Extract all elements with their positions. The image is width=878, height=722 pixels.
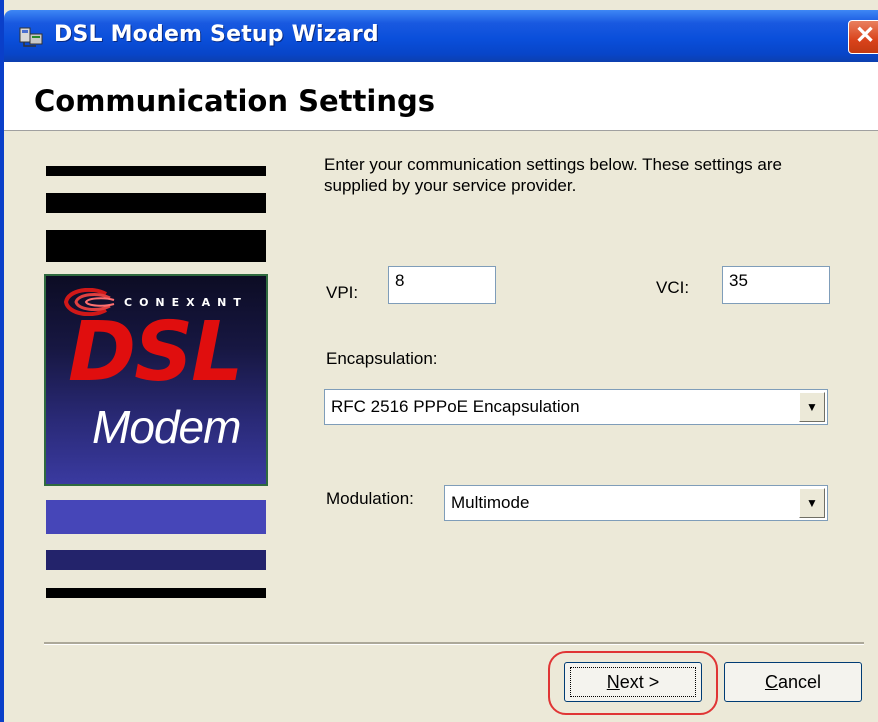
- chevron-down-icon[interactable]: ▼: [799, 488, 825, 518]
- modulation-label: Modulation:: [326, 489, 414, 508]
- logo-dsl-text: DSL: [68, 305, 243, 400]
- title-bar[interactable]: DSL Modem Setup Wizard: [4, 10, 878, 62]
- vpi-label: VPI:: [326, 283, 359, 302]
- window-title: DSL Modem Setup Wizard: [54, 22, 379, 47]
- modem-setup-icon: [19, 27, 43, 47]
- graphic-stripe: [46, 166, 266, 176]
- graphic-stripe: [46, 230, 266, 262]
- modulation-value: Multimode: [451, 493, 530, 512]
- vci-input[interactable]: 35: [722, 266, 830, 304]
- vpi-input[interactable]: 8: [388, 266, 496, 304]
- conexant-dsl-modem-logo: CONEXANT DSL Modem: [44, 274, 268, 486]
- logo-modem-text: Modem: [92, 401, 241, 453]
- modulation-select[interactable]: Multimode ▼: [444, 485, 828, 521]
- wizard-window: DSL Modem Setup Wizard ✕ Communication S…: [0, 0, 878, 722]
- highlight-annotation: [548, 651, 718, 715]
- cancel-button[interactable]: Cancel: [724, 662, 862, 702]
- page-title: Communication Settings: [34, 84, 435, 118]
- chevron-down-icon[interactable]: ▼: [799, 392, 825, 422]
- graphic-stripe: [46, 550, 266, 570]
- cancel-button-label: Cancel: [764, 672, 822, 692]
- encapsulation-value: RFC 2516 PPPoE Encapsulation: [331, 397, 580, 416]
- close-button[interactable]: ✕: [848, 20, 878, 54]
- encapsulation-select[interactable]: RFC 2516 PPPoE Encapsulation ▼: [324, 389, 828, 425]
- graphic-stripe: [46, 588, 266, 598]
- vci-label: VCI:: [656, 278, 690, 297]
- close-icon: ✕: [854, 22, 876, 49]
- graphic-stripe: [46, 500, 266, 534]
- instructions-text: Enter your communication settings below.…: [324, 155, 782, 195]
- wizard-header: Communication Settings: [4, 62, 878, 131]
- encapsulation-label: Encapsulation:: [326, 349, 438, 368]
- footer-divider: [44, 642, 864, 645]
- graphic-stripe: [46, 193, 266, 213]
